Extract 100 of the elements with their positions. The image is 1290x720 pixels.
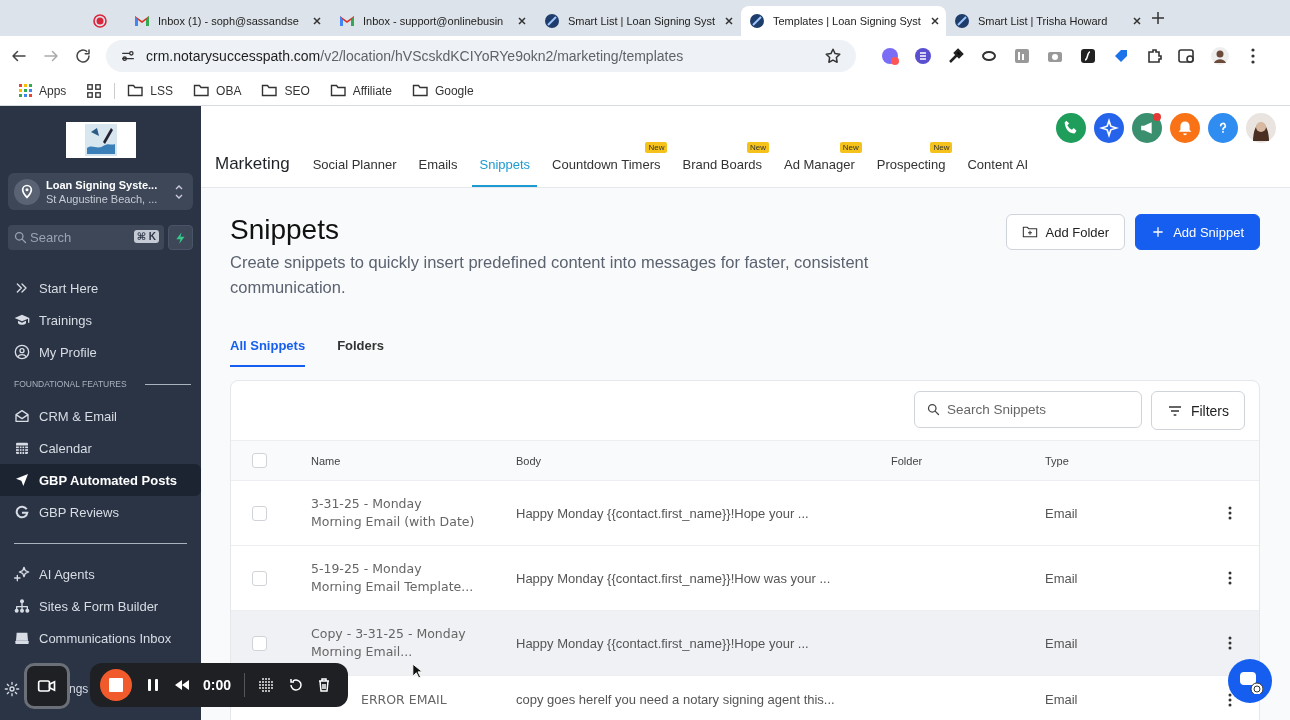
star-icon[interactable] xyxy=(824,47,842,65)
table-cell-text: Copy - 3-31-25 - Monday Morning Email... xyxy=(311,625,467,661)
gear-icon[interactable] xyxy=(4,681,20,697)
bookmark-folder[interactable]: Affiliate xyxy=(329,82,392,99)
sidebar-item[interactable]: Calendar xyxy=(0,432,201,464)
more-icon[interactable] xyxy=(1228,692,1232,707)
add-snippet-button[interactable]: Add Snippet xyxy=(1135,214,1260,250)
bookmark-folder[interactable]: LSS xyxy=(127,82,174,99)
browser-tab[interactable]: Inbox - support@onlinebusin xyxy=(331,6,536,36)
nav-tab[interactable]: Emails xyxy=(411,157,465,187)
add-folder-button[interactable]: Add Folder xyxy=(1005,214,1126,250)
search-icon xyxy=(925,402,941,417)
browser-tab[interactable]: Inbox (1) - soph@sassandse xyxy=(126,6,331,36)
camera-button[interactable] xyxy=(24,663,70,709)
quick-action-button[interactable] xyxy=(168,225,193,250)
sidebar-item-label[interactable]: ngs xyxy=(69,682,89,696)
sidebar-item[interactable]: Sites & Form Builder xyxy=(0,590,201,622)
tab-search-icon[interactable] xyxy=(1177,46,1197,66)
close-icon[interactable] xyxy=(928,15,941,27)
folder-icon xyxy=(411,82,429,99)
stop-button[interactable] xyxy=(100,669,132,701)
table-cell-text: Happy Monday {{contact.first_name}}!Hope your ... xyxy=(516,505,810,521)
help-button[interactable] xyxy=(1208,113,1238,143)
sidebar-item[interactable]: Trainings xyxy=(0,304,201,336)
nav-tab[interactable]: Social Planner xyxy=(305,157,404,187)
tab[interactable]: All Snippets xyxy=(230,338,306,367)
table-cell-text: 3-31-25 - Monday Morning Email (with Date) xyxy=(311,495,476,531)
folder-icon xyxy=(127,82,145,99)
restart-icon[interactable] xyxy=(287,677,304,693)
google-g-icon xyxy=(14,504,30,520)
extension-icon[interactable] xyxy=(913,46,933,66)
sparkle-button[interactable] xyxy=(1094,113,1124,143)
nav-tab[interactable]: Brand Boards xyxy=(675,157,769,187)
table-cell-text: Email xyxy=(1045,505,1079,521)
grid-icon[interactable] xyxy=(86,82,103,99)
account-name: Loan Signing Syste... xyxy=(46,177,159,192)
tab-title: Smart List | Trisha Howard xyxy=(978,15,1109,27)
section-heading: FOUNDATIONAL FEATURES xyxy=(14,379,127,389)
sidebar-item[interactable]: Communications Inbox xyxy=(0,622,201,654)
apps-bookmark[interactable]: Apps xyxy=(18,83,67,98)
new-badge: New xyxy=(645,142,668,153)
sidebar-item[interactable]: AI Agents xyxy=(0,558,201,590)
checkbox[interactable] xyxy=(252,570,267,586)
reload-icon[interactable] xyxy=(74,47,92,65)
table-cell-text: copy goes herelf you need a notary signing agent this... xyxy=(516,692,836,707)
envelope-icon xyxy=(14,408,30,424)
bookmark-folder[interactable]: OBA xyxy=(193,82,242,99)
browser-tab[interactable]: Smart List | Trisha Howard xyxy=(946,6,1151,36)
sidebar-item[interactable]: GBP Automated Posts xyxy=(0,464,201,496)
sidebar-item[interactable]: GBP Reviews xyxy=(0,496,201,528)
bookmark-folder[interactable]: Google xyxy=(411,82,474,99)
sidebar-item[interactable]: Start Here xyxy=(0,272,201,304)
tab-title: Inbox (1) - soph@sassandse xyxy=(158,15,300,27)
checkbox[interactable] xyxy=(252,505,267,521)
avatar-icon[interactable] xyxy=(1246,113,1276,143)
new-tab-icon[interactable] xyxy=(1151,11,1165,25)
filters-button[interactable]: Filters xyxy=(1150,391,1245,430)
new-badge: New xyxy=(746,142,769,153)
nav-tab[interactable]: Countdown Timers xyxy=(545,157,668,187)
column-header: Type xyxy=(1045,454,1070,467)
apps-grid-icon xyxy=(18,83,33,98)
extension-icon[interactable] xyxy=(1078,46,1098,66)
calendar-icon xyxy=(14,440,30,456)
section-title: Marketing xyxy=(215,154,290,175)
bookmark-folder[interactable]: SEO xyxy=(261,82,310,99)
profile-icon xyxy=(14,344,30,360)
close-icon[interactable] xyxy=(1131,15,1143,27)
table-cell-text: ERROR EMAIL xyxy=(360,690,448,709)
close-icon[interactable] xyxy=(311,15,323,27)
account-switcher[interactable]: Loan Signing Syste... St Augustine Beach, ... xyxy=(8,173,193,210)
logo-drawing xyxy=(82,122,119,158)
rewind-icon[interactable] xyxy=(174,677,190,693)
nav-tab[interactable]: Ad Manager xyxy=(776,157,862,187)
close-icon[interactable] xyxy=(723,15,736,27)
tab[interactable]: Folders xyxy=(337,338,385,367)
search-field[interactable]: Search Snippets xyxy=(913,391,1142,428)
column-header: Name xyxy=(311,453,342,469)
more-icon[interactable] xyxy=(1228,506,1232,520)
pause-icon[interactable] xyxy=(145,677,161,693)
nav-tab[interactable]: Content AI xyxy=(960,157,1036,187)
browser-tab[interactable]: Smart List | Loan Signing Syst xyxy=(536,6,741,36)
more-icon[interactable] xyxy=(1228,636,1232,650)
sidebar-item[interactable]: CRM & Email xyxy=(0,400,201,432)
checkbox[interactable] xyxy=(252,635,267,651)
checkbox[interactable] xyxy=(252,453,267,468)
megaphone-button[interactable] xyxy=(1132,113,1162,143)
nav-tab[interactable]: Prospecting xyxy=(869,157,953,187)
browser-tab[interactable]: Templates | Loan Signing Syst xyxy=(741,6,946,36)
plus-icon xyxy=(1151,225,1166,239)
bell-button[interactable] xyxy=(1170,113,1200,143)
close-icon[interactable] xyxy=(516,15,528,27)
avatar-icon[interactable] xyxy=(1210,46,1230,66)
more-icon[interactable] xyxy=(1228,571,1232,585)
timer: 0:00 xyxy=(203,677,232,693)
dot-grid-icon[interactable] xyxy=(258,677,275,693)
address-bar[interactable]: crm.notarysuccesspath.com/v2/location/hVScskdKCIYoRYe9okn2/marketing/templates xyxy=(106,40,856,72)
sidebar-item[interactable]: My Profile xyxy=(0,336,201,368)
mail-m-icon xyxy=(134,13,150,29)
phone-button[interactable] xyxy=(1056,113,1086,143)
stop-icon xyxy=(109,678,123,692)
